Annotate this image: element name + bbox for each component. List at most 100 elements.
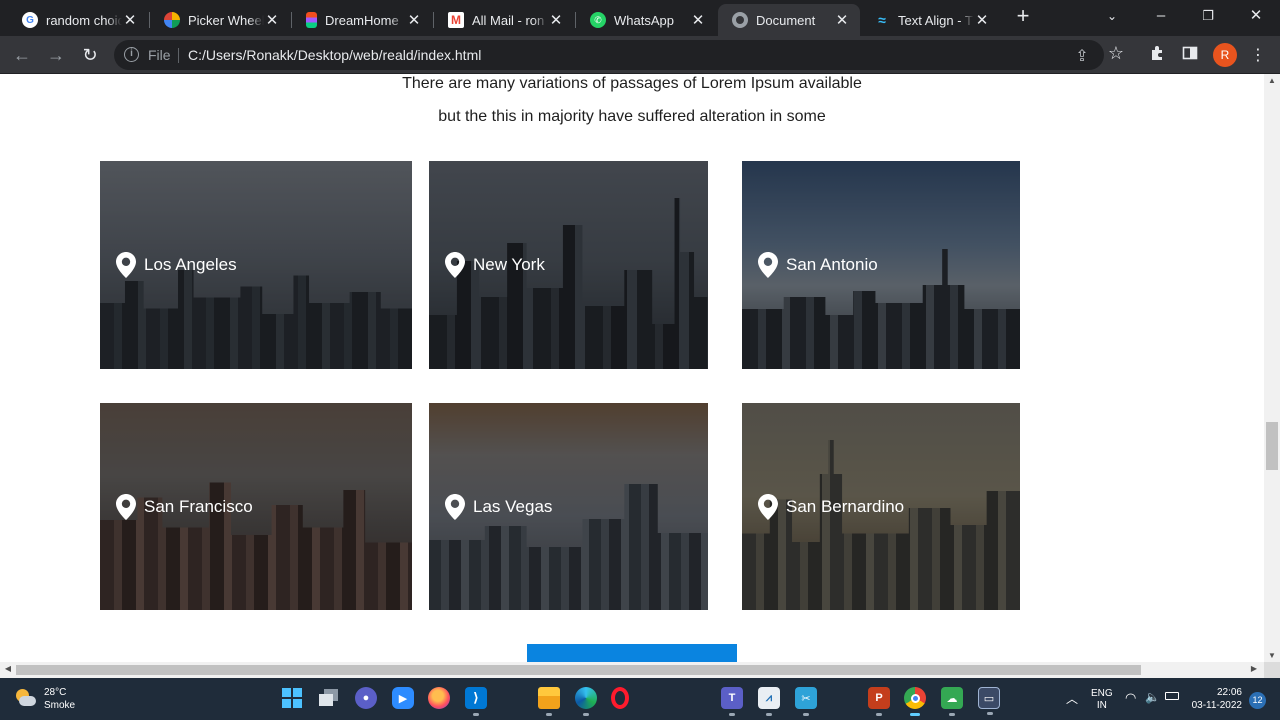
- tab-strip: G random choic ✕ Picker Wheel ✕ DreamHom…: [0, 0, 1280, 36]
- wifi-icon[interactable]: ◠: [1125, 690, 1136, 706]
- location-label: Las Vegas: [445, 493, 552, 520]
- close-window-button[interactable]: ✕: [1233, 4, 1279, 28]
- tab-all-mail[interactable]: M All Mail - ron ✕: [434, 4, 574, 36]
- location-card-new-york[interactable]: New York: [429, 161, 708, 369]
- horizontal-scrollbar[interactable]: ◀ ▶: [0, 662, 1264, 678]
- intro-line-1: There are many variations of passages of…: [402, 75, 862, 92]
- bookmark-star-icon[interactable]: ☆: [1105, 43, 1127, 64]
- back-icon[interactable]: ←: [11, 44, 33, 66]
- address-divider: [178, 48, 179, 63]
- volume-icon[interactable]: 🔈: [1145, 690, 1160, 704]
- profile-avatar[interactable]: R: [1213, 43, 1237, 67]
- snipping-tool-icon[interactable]: ✂: [795, 687, 817, 716]
- edge-icon[interactable]: [575, 687, 597, 716]
- windows-start-icon[interactable]: [281, 687, 303, 709]
- scroll-left-icon[interactable]: ◀: [0, 664, 16, 673]
- tray-overflow-icon[interactable]: ︿: [1066, 690, 1078, 707]
- side-panel-icon[interactable]: [1179, 45, 1201, 66]
- address-bar[interactable]: i File C:/Users/Ronakk/Desktop/web/reald…: [114, 40, 1104, 70]
- weather-condition: Smoke: [44, 700, 76, 711]
- tab-document[interactable]: Document ✕: [718, 4, 860, 36]
- tailwind-icon: ≈: [878, 12, 886, 28]
- powerpoint-icon[interactable]: P: [868, 687, 890, 716]
- teams-chat-icon[interactable]: ●: [355, 687, 377, 709]
- info-icon[interactable]: i: [124, 47, 139, 62]
- tab-title: DreamHome: [325, 12, 399, 28]
- location-card-san-antonio[interactable]: San Antonio: [742, 161, 1020, 369]
- close-icon[interactable]: ✕: [406, 11, 422, 29]
- teams-icon[interactable]: T: [721, 687, 743, 716]
- task-manager-icon[interactable]: ⩘: [758, 687, 780, 716]
- tab-search-icon[interactable]: ⌄: [1089, 4, 1135, 28]
- tab-dreamhome[interactable]: DreamHome ✕: [292, 4, 432, 36]
- chrome-icon[interactable]: [904, 687, 926, 716]
- scroll-up-icon[interactable]: ▲: [1264, 76, 1280, 85]
- address-url[interactable]: C:/Users/Ronakk/Desktop/web/reald/index.…: [188, 47, 481, 63]
- scrollbar-corner: [1264, 662, 1280, 678]
- tab-picker-wheel[interactable]: Picker Wheel ✕: [150, 4, 290, 36]
- running-indicator: [766, 713, 772, 716]
- horizontal-scroll-thumb[interactable]: [16, 665, 1141, 675]
- minimize-button[interactable]: –: [1138, 4, 1184, 28]
- cloud-sync-icon[interactable]: ☁: [941, 687, 963, 716]
- tab-title: Document: [756, 12, 816, 28]
- share-icon[interactable]: ⇪: [1072, 46, 1092, 66]
- close-icon[interactable]: ✕: [974, 11, 990, 29]
- file-explorer-icon[interactable]: [538, 687, 560, 716]
- vscode-icon[interactable]: ⟩: [465, 687, 487, 716]
- running-indicator: [910, 713, 920, 716]
- browser-toolbar: ← → ↻ i File C:/Users/Ronakk/Desktop/web…: [0, 36, 1280, 74]
- firefox-icon[interactable]: [428, 687, 450, 709]
- location-label: New York: [445, 252, 545, 278]
- close-icon[interactable]: ✕: [264, 11, 280, 29]
- language-indicator[interactable]: ENG IN: [1091, 688, 1113, 712]
- notification-badge[interactable]: 12: [1249, 692, 1266, 709]
- screen-recorder-icon[interactable]: ▭: [978, 687, 1000, 715]
- vertical-scroll-thumb[interactable]: [1266, 422, 1278, 470]
- new-tab-button[interactable]: +: [1012, 5, 1034, 28]
- close-icon[interactable]: ✕: [834, 11, 850, 29]
- location-label: Los Angeles: [116, 252, 237, 278]
- reload-icon[interactable]: ↻: [79, 44, 101, 66]
- figma-icon: [306, 12, 317, 28]
- vertical-scrollbar[interactable]: ▲ ▼: [1264, 74, 1280, 662]
- extensions-icon[interactable]: [1146, 45, 1168, 66]
- tab-whatsapp[interactable]: ✆ WhatsApp ✕: [576, 4, 716, 36]
- opera-icon[interactable]: [611, 687, 629, 709]
- close-icon[interactable]: ✕: [122, 11, 138, 29]
- gmail-icon: M: [448, 12, 464, 28]
- menu-kebab-icon[interactable]: ⋮: [1247, 45, 1269, 65]
- tab-title: Text Align - T: [898, 12, 973, 28]
- location-name: New York: [473, 255, 545, 274]
- location-label: San Antonio: [758, 252, 878, 278]
- tab-text-align[interactable]: ≈ Text Align - T ✕: [860, 4, 1000, 36]
- clock[interactable]: 22:06 03-11-2022: [1190, 686, 1242, 712]
- whatsapp-icon: ✆: [590, 12, 606, 28]
- view-more-button[interactable]: [527, 644, 737, 662]
- scroll-right-icon[interactable]: ▶: [1246, 664, 1262, 673]
- map-pin-icon: [116, 493, 136, 520]
- location-card-los-angeles[interactable]: Los Angeles: [100, 161, 412, 369]
- close-icon[interactable]: ✕: [690, 11, 706, 29]
- close-icon[interactable]: ✕: [548, 11, 564, 29]
- running-indicator: [473, 713, 479, 716]
- scroll-down-icon[interactable]: ▼: [1264, 651, 1280, 660]
- running-indicator: [876, 713, 882, 716]
- google-icon: G: [22, 12, 38, 28]
- region-code: IN: [1096, 700, 1107, 711]
- windows-taskbar: 28°C Smoke ● ▶ ⟩ T ⩘ ✂ P ☁ ▭ ︿ ENG IN ◠ …: [0, 678, 1280, 720]
- running-indicator: [803, 713, 809, 716]
- forward-icon[interactable]: →: [45, 44, 67, 66]
- map-pin-icon: [445, 252, 465, 278]
- location-card-san-bernardino[interactable]: San Bernardino: [742, 403, 1020, 610]
- task-view-icon[interactable]: [318, 687, 340, 709]
- running-indicator: [729, 713, 735, 716]
- tab-random-choice[interactable]: G random choic ✕: [8, 4, 148, 36]
- location-card-san-francisco[interactable]: San Francisco: [100, 403, 412, 610]
- battery-icon[interactable]: [1165, 692, 1179, 703]
- zoom-icon[interactable]: ▶: [392, 687, 414, 709]
- weather-widget[interactable]: 28°C Smoke: [14, 686, 75, 712]
- restore-button[interactable]: ❐: [1185, 4, 1231, 28]
- location-card-las-vegas[interactable]: Las Vegas: [429, 403, 708, 610]
- tab-title: Picker Wheel: [188, 12, 264, 28]
